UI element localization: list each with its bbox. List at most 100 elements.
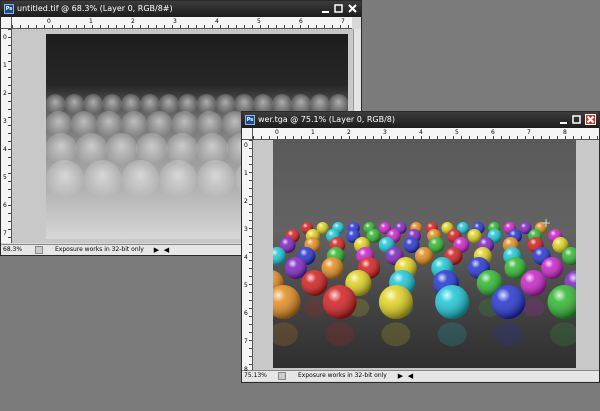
sphere-highlight (415, 247, 433, 265)
ruler-number: 3 (244, 226, 248, 233)
ruler-number: 6 (299, 18, 303, 25)
depth-sphere (159, 160, 198, 198)
depth-sphere (177, 94, 198, 114)
ruler-origin[interactable] (242, 128, 253, 140)
status-menu-icon[interactable] (278, 372, 286, 380)
status-menu-arrow-icon[interactable]: ▶ (153, 246, 160, 254)
depth-sphere (120, 94, 141, 114)
depth-sphere (215, 94, 236, 114)
depth-sphere (139, 94, 160, 114)
document-window-wer[interactable]: Ps wer.tga @ 75.1% (Layer 0, RGB/8) + 75… (241, 111, 600, 383)
minimize-icon[interactable] (558, 114, 569, 125)
ruler-number: 2 (347, 129, 351, 136)
sphere-highlight (547, 285, 576, 319)
horizontal-ruler[interactable] (253, 128, 599, 140)
ruler-number: 2 (131, 18, 135, 25)
ruler-number: 7 (244, 338, 248, 345)
status-bar: 75.13% Exposure works in 32-bit only ▶ ◀ (242, 370, 599, 381)
ruler-number: 1 (311, 129, 315, 136)
rendered-spheres-image (273, 222, 576, 347)
depth-sphere (46, 94, 66, 114)
ruler-number: 2 (244, 198, 248, 205)
ruler-number: 0 (275, 129, 279, 136)
ruler-number: 8 (563, 129, 567, 136)
sphere-reflection (325, 322, 355, 347)
sphere-highlight (491, 285, 526, 319)
ruler-number: 6 (244, 310, 248, 317)
ruler-number: 4 (244, 254, 248, 261)
photoshop-icon: Ps (245, 115, 255, 125)
ruler-number: 4 (215, 18, 219, 25)
ruler-number: 5 (257, 18, 261, 25)
minimize-icon[interactable] (320, 3, 331, 14)
depth-sphere (121, 111, 148, 137)
sphere-reflection (381, 322, 411, 347)
sphere-highlight (284, 257, 307, 279)
ruler-number: 3 (173, 18, 177, 25)
scroll-left-arrow-icon[interactable]: ◀ (407, 372, 414, 380)
document-canvas[interactable]: + (273, 140, 576, 368)
ruler-number: 1 (3, 62, 7, 69)
ruler-number: 7 (527, 129, 531, 136)
sphere-reflection (273, 322, 298, 347)
close-icon[interactable] (347, 3, 358, 14)
depth-sphere (46, 160, 84, 198)
window-title: untitled.tif @ 68.3% (Layer 0, RGB/8#) (17, 4, 173, 13)
ruler-number: 2 (3, 90, 7, 97)
sphere-highlight (435, 285, 470, 319)
ruler-number: 6 (3, 202, 7, 209)
ruler-number: 0 (244, 142, 248, 149)
ruler-number: 5 (455, 129, 459, 136)
sphere-reflection (303, 298, 326, 317)
status-menu-arrow-icon[interactable]: ▶ (397, 372, 404, 380)
scroll-left-arrow-icon[interactable]: ◀ (163, 246, 170, 254)
sphere-highlight (322, 285, 357, 319)
ruler-number: 1 (244, 170, 248, 177)
sphere-reflection (522, 298, 545, 317)
photoshop-icon: Ps (4, 4, 14, 14)
ruler-number: 0 (47, 18, 51, 25)
ruler-number: 7 (341, 18, 345, 25)
ruler-number: 7 (3, 230, 7, 237)
sphere-highlight (378, 285, 413, 319)
ruler-number: 3 (3, 118, 7, 125)
status-info: Exposure works in 32-bit only (55, 246, 144, 253)
depth-sphere (102, 94, 123, 114)
ruler-number: 1 (89, 18, 93, 25)
ruler-number: 4 (419, 129, 423, 136)
sphere-highlight (520, 270, 547, 296)
status-info: Exposure works in 32-bit only (298, 372, 387, 379)
ruler-number: 6 (491, 129, 495, 136)
depth-sphere (158, 94, 179, 114)
sphere-reflection (437, 322, 467, 347)
window-titlebar[interactable]: Ps wer.tga @ 75.1% (Layer 0, RGB/8) (242, 112, 599, 128)
depth-sphere (105, 133, 138, 165)
depth-sphere (165, 133, 198, 165)
ruler-origin[interactable] (1, 17, 12, 29)
ruler-number: 5 (244, 282, 248, 289)
sphere-highlight (301, 270, 328, 296)
ruler-number: 3 (383, 129, 387, 136)
ruler-number: 8 (244, 366, 248, 373)
status-menu-icon[interactable] (35, 246, 43, 254)
depth-sphere (121, 160, 160, 198)
maximize-icon[interactable] (571, 114, 582, 125)
depth-sphere (196, 133, 229, 165)
zoom-level[interactable]: 68.3% (3, 245, 22, 255)
depth-sphere (196, 160, 235, 198)
depth-sphere (196, 111, 223, 137)
depth-sphere (46, 133, 78, 165)
depth-sphere (171, 111, 198, 137)
sphere-reflection (550, 322, 576, 347)
depth-sphere (83, 94, 104, 114)
sphere-reflection (493, 322, 523, 347)
depth-sphere (64, 94, 85, 114)
window-titlebar[interactable]: Ps untitled.tif @ 68.3% (Layer 0, RGB/8#… (1, 1, 361, 17)
depth-sphere (196, 94, 217, 114)
window-title: wer.tga @ 75.1% (Layer 0, RGB/8) (258, 115, 396, 124)
crosshair-cursor-icon: + (541, 216, 552, 230)
ruler-number: 4 (3, 146, 7, 153)
depth-sphere (83, 160, 122, 198)
maximize-icon[interactable] (333, 3, 344, 14)
close-icon[interactable] (585, 114, 596, 125)
